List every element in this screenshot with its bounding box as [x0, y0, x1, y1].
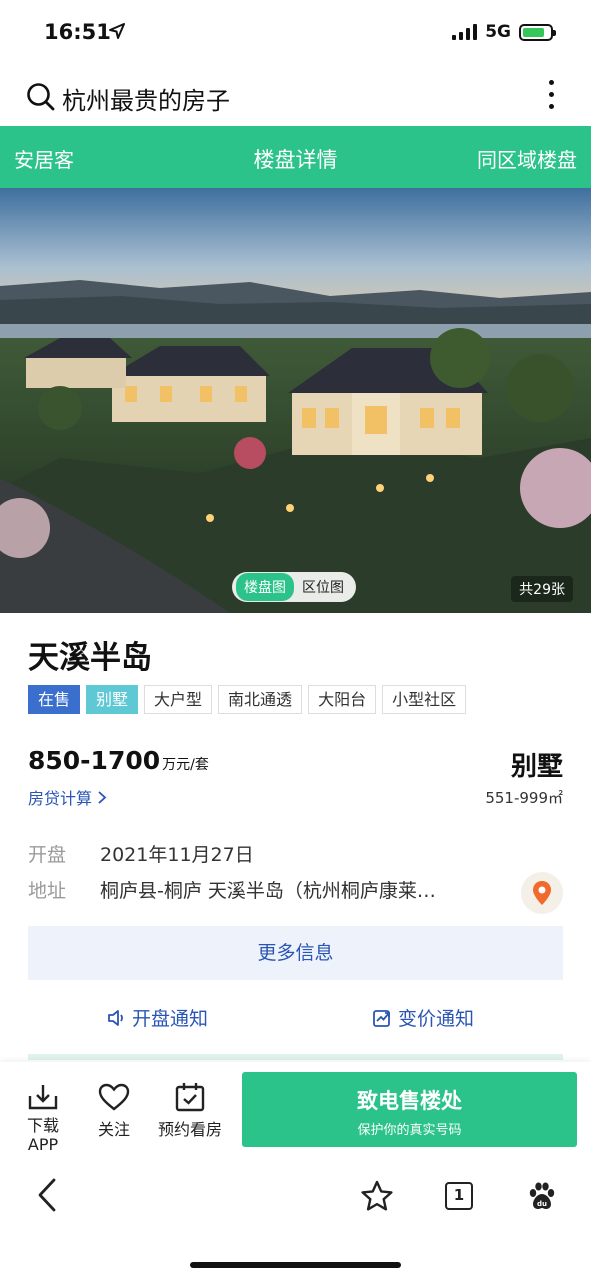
download-app-button[interactable]: 下载 APP: [22, 1082, 64, 1154]
address-row[interactable]: 地址 桐庐县-桐庐 天溪半岛（杭州桐庐康莱…: [28, 876, 498, 903]
svg-text:du: du: [537, 1200, 547, 1208]
action-bar: 下载 APP 关注 预约看房 致电售楼处 保护你的真实号码: [0, 1062, 591, 1158]
property-image[interactable]: 楼盘图 区位图 共29张: [0, 188, 591, 613]
opening-date: 2021年11月27日: [100, 844, 254, 866]
baidu-paw-icon[interactable]: du: [526, 1180, 558, 1216]
tag-villa: 别墅: [86, 685, 139, 714]
nav-tabs: 安居客 楼盘详情 同区域楼盘: [0, 126, 591, 188]
opening-notify-label: 开盘通知: [132, 1008, 209, 1030]
address-label: 地址: [28, 880, 67, 902]
trend-up-icon: [373, 1009, 390, 1027]
chevron-right-icon: [97, 789, 107, 808]
price: 850-1700 万元/套: [28, 746, 209, 775]
tab-nearby-properties[interactable]: 同区域楼盘: [477, 144, 577, 173]
tab-switcher-icon[interactable]: 1: [445, 1182, 473, 1210]
price-change-notify-label: 变价通知: [398, 1008, 475, 1030]
book-viewing-label: 预约看房: [157, 1120, 222, 1139]
back-icon[interactable]: [36, 1178, 58, 1216]
more-options-icon[interactable]: [549, 80, 555, 116]
download-label-2: APP: [27, 1135, 59, 1154]
opening-notify-button[interactable]: 开盘通知: [106, 1004, 208, 1031]
download-label-1: 下载: [26, 1116, 59, 1135]
map-pin-icon: [533, 881, 551, 905]
property-name: 天溪半岛: [28, 640, 152, 676]
download-icon: [28, 1085, 58, 1110]
search-query[interactable]: 杭州最贵的房子: [62, 81, 230, 116]
browser-toolbar: 1 du: [0, 1158, 591, 1280]
follow-label: 关注: [97, 1120, 130, 1139]
tag-large-unit: 大户型: [144, 685, 213, 714]
property-type: 别墅: [510, 752, 563, 782]
price-value: 850-1700: [28, 746, 161, 775]
property-tags: 在售 别墅 大户型 南北通透 大阳台 小型社区: [28, 685, 467, 714]
address: 桐庐县-桐庐 天溪半岛（杭州桐庐康莱…: [100, 880, 436, 902]
heart-icon: [98, 1083, 130, 1111]
home-indicator[interactable]: [190, 1262, 401, 1268]
area-range: 551-999㎡: [485, 789, 563, 807]
tab-property-photos[interactable]: 楼盘图: [236, 573, 294, 601]
image-type-switch: 楼盘图 区位图: [232, 572, 356, 602]
follow-button[interactable]: 关注: [94, 1082, 134, 1140]
status-time: 16:51: [44, 20, 111, 44]
opening-date-row: 开盘 2021年11月27日: [28, 840, 254, 867]
signal-icon: [452, 24, 478, 40]
tag-small-community: 小型社区: [382, 685, 467, 714]
call-sales-office-button[interactable]: 致电售楼处 保护你的真实号码: [242, 1072, 577, 1147]
more-info-button[interactable]: 更多信息: [28, 926, 563, 980]
tag-north-south: 南北通透: [218, 685, 303, 714]
speaker-icon: [108, 1009, 123, 1026]
loan-calculator-label: 房贷计算: [28, 789, 93, 808]
location-arrow-icon: [108, 22, 126, 44]
network-type: 5G: [485, 22, 511, 42]
battery-icon: [519, 23, 556, 41]
image-count: 共29张: [511, 576, 573, 602]
book-viewing-button[interactable]: 预约看房: [152, 1082, 228, 1140]
price-unit: 万元/套: [162, 757, 209, 773]
opening-date-label: 开盘: [28, 844, 67, 866]
search-bar[interactable]: 杭州最贵的房子: [0, 72, 591, 122]
tab-location-map[interactable]: 区位图: [294, 573, 352, 601]
map-location-button[interactable]: [521, 872, 563, 914]
bookmark-star-icon[interactable]: [360, 1179, 394, 1217]
call-title: 致电售楼处: [357, 1089, 462, 1113]
section-divider: [28, 1054, 563, 1060]
loan-calculator-link[interactable]: 房贷计算: [28, 785, 107, 809]
tag-on-sale: 在售: [28, 685, 81, 714]
price-change-notify-button[interactable]: 变价通知: [372, 1004, 474, 1031]
calendar-check-icon: [175, 1083, 205, 1112]
tag-big-balcony: 大阳台: [308, 685, 377, 714]
search-icon: [26, 82, 56, 116]
status-bar: 16:51 5G: [0, 0, 591, 64]
call-subtitle: 保护你的真实号码: [357, 1123, 462, 1138]
